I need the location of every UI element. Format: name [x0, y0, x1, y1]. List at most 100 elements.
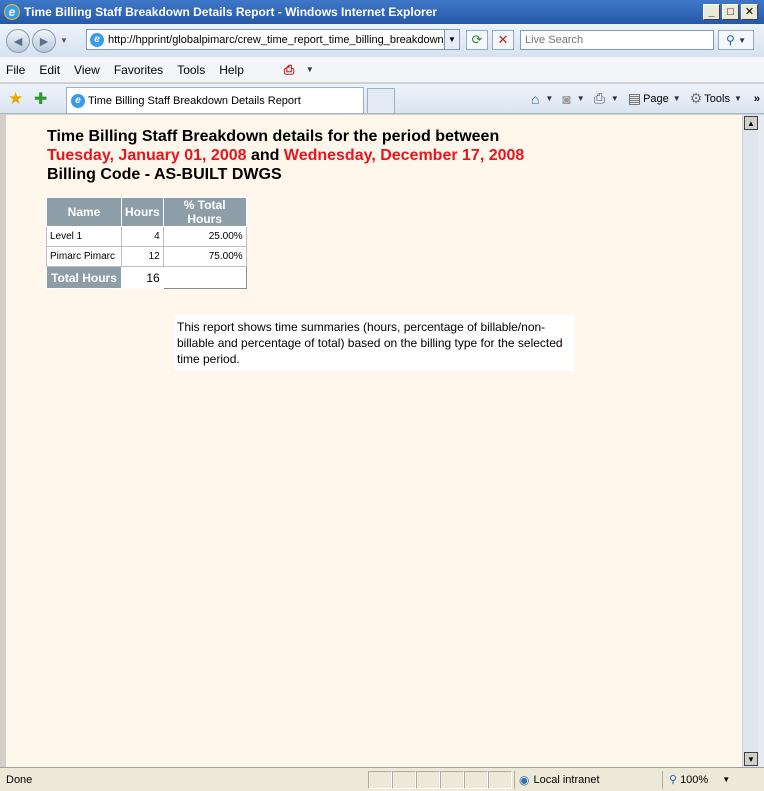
column-header-percent: % Total Hours: [162, 197, 247, 227]
menu-file[interactable]: File: [6, 63, 25, 77]
status-pane: [416, 770, 440, 789]
cell-percent: 75.00%: [162, 246, 247, 267]
status-pane: [464, 770, 488, 789]
command-bar-overflow[interactable]: »: [754, 93, 760, 105]
menu-edit[interactable]: Edit: [39, 63, 60, 77]
recent-pages-dropdown[interactable]: ▼: [60, 36, 68, 45]
cell-name: Level 1: [46, 226, 122, 247]
rss-feed-icon: ◙: [562, 90, 571, 107]
period-connector: and: [246, 147, 284, 164]
table-total-row: Total Hours 16: [46, 266, 247, 289]
page-menu-button[interactable]: ▤ Page ▼: [628, 90, 681, 107]
report-heading: Time Billing Staff Breakdown details for…: [47, 127, 524, 184]
page-content: Time Billing Staff Breakdown details for…: [6, 115, 742, 767]
scroll-up-button[interactable]: ▲: [744, 116, 758, 130]
total-hours-value: 16: [121, 266, 164, 289]
command-bar: ⌂ ▼ ◙ ▼ ⎙ ▼ ▤ Page ▼ ⚙ Tools ▼ »: [522, 90, 760, 107]
status-pane: [488, 770, 512, 789]
tools-menu-label: Tools: [704, 92, 730, 105]
zoom-control[interactable]: ⚲ 100% ▼: [662, 770, 750, 789]
table-header-row: Name Hours % Total Hours: [46, 197, 247, 227]
tools-menu-button[interactable]: ⚙ Tools ▼: [690, 90, 742, 107]
page-dropdown-icon: ▼: [672, 94, 681, 103]
report-description: This report shows time summaries (hours,…: [174, 315, 574, 371]
home-dropdown-icon[interactable]: ▼: [545, 94, 553, 103]
page-menu-label: Page: [643, 92, 669, 105]
address-bar[interactable]: e http://hpprint/globalpimarc/crew_time_…: [86, 29, 460, 50]
status-pane: [440, 770, 464, 789]
window-title: Time Billing Staff Breakdown Details Rep…: [24, 5, 438, 19]
breakdown-table: Name Hours % Total Hours Level 1 4 25.00…: [46, 197, 247, 289]
vertical-scrollbar[interactable]: ▲ ▼: [742, 115, 758, 767]
cell-name: Pimarc Pimarc: [46, 246, 122, 267]
favorites-star-icon[interactable]: ★: [8, 89, 23, 109]
cell-hours: 4: [121, 226, 164, 247]
report-period: Tuesday, January 01, 2008 and Wednesday,…: [47, 146, 524, 165]
print-button[interactable]: ⎙ ▼: [594, 90, 619, 107]
new-tab-button[interactable]: [367, 88, 395, 113]
refresh-button[interactable]: ⟳: [466, 30, 488, 50]
total-blank-cell: [163, 267, 246, 289]
menu-view[interactable]: View: [74, 63, 100, 77]
status-pane: [368, 770, 392, 789]
tab-report[interactable]: e Time Billing Staff Breakdown Details R…: [66, 87, 364, 113]
start-date: Tuesday, January 01, 2008: [47, 147, 247, 164]
minimize-button[interactable]: _: [703, 4, 720, 20]
cell-percent: 25.00%: [162, 226, 247, 247]
close-button[interactable]: ✕: [741, 4, 758, 20]
home-icon: ⌂: [530, 90, 540, 107]
forward-button[interactable]: ►: [32, 28, 56, 53]
maximize-button[interactable]: □: [722, 4, 739, 20]
zoom-dropdown-icon: ▼: [722, 775, 731, 784]
search-button[interactable]: ⚲ ▼: [718, 30, 754, 50]
globe-icon: ◉: [519, 772, 530, 787]
total-hours-label: Total Hours: [46, 266, 122, 289]
zoom-icon: ⚲: [669, 774, 678, 786]
end-date: Wednesday, December 17, 2008: [283, 147, 525, 164]
menu-favorites[interactable]: Favorites: [114, 63, 163, 77]
menu-help[interactable]: Help: [219, 63, 244, 77]
menu-tools[interactable]: Tools: [177, 63, 205, 77]
tab-bar: ★ ✚ e Time Billing Staff Breakdown Detai…: [0, 84, 764, 114]
gear-icon: ⚙: [689, 90, 703, 106]
internet-explorer-icon: e: [4, 4, 20, 20]
pdf-convert-icon[interactable]: ⎙: [284, 62, 300, 78]
back-arrow-icon: ◄: [11, 32, 25, 49]
tools-dropdown-icon: ▼: [733, 94, 742, 103]
cell-hours: 12: [121, 246, 164, 267]
address-url[interactable]: http://hpprint/globalpimarc/crew_time_re…: [108, 34, 444, 46]
table-row: Level 1 4 25.00%: [46, 226, 247, 247]
add-favorites-icon[interactable]: ✚: [34, 89, 47, 109]
security-zone[interactable]: ◉ Local intranet: [514, 770, 662, 789]
window-title-bar[interactable]: e Time Billing Staff Breakdown Details R…: [0, 0, 764, 24]
page-icon: ▤: [627, 90, 642, 106]
tab-page-icon: e: [71, 93, 85, 108]
stop-button[interactable]: ✕: [492, 30, 514, 50]
search-options-dropdown-icon: ▼: [738, 35, 747, 45]
print-icon: ⎙: [593, 90, 605, 106]
window-frame-edge: [758, 115, 764, 767]
status-text: Done: [6, 773, 33, 786]
refresh-icon: ⟳: [471, 32, 483, 47]
status-bar: Done ◉ Local intranet ⚲ 100% ▼: [0, 767, 764, 791]
pdf-dropdown-icon[interactable]: ▼: [306, 65, 314, 74]
navigation-bar: ◄ ► ▼ e http://hpprint/globalpimarc/crew…: [0, 24, 764, 57]
feeds-dropdown-icon[interactable]: ▼: [577, 94, 585, 103]
zoom-level: 100%: [680, 773, 709, 786]
stop-icon: ✕: [497, 32, 509, 47]
home-button[interactable]: ⌂ ▼: [531, 91, 553, 107]
print-dropdown-icon[interactable]: ▼: [611, 94, 619, 103]
back-button[interactable]: ◄: [6, 28, 30, 53]
billing-code: Billing Code - AS-BUILT DWGS: [47, 166, 282, 183]
column-header-name: Name: [46, 197, 122, 227]
scroll-down-button[interactable]: ▼: [744, 752, 758, 766]
window-controls: _ □ ✕: [703, 4, 758, 20]
search-input[interactable]: [520, 30, 714, 50]
tab-label: Time Billing Staff Breakdown Details Rep…: [88, 94, 301, 107]
address-dropdown-button[interactable]: ▼: [444, 30, 459, 49]
search-icon: ⚲: [725, 33, 735, 47]
report-title: Time Billing Staff Breakdown details for…: [47, 128, 500, 145]
status-pane: [392, 770, 416, 789]
feeds-button[interactable]: ◙ ▼: [562, 91, 584, 107]
forward-arrow-icon: ►: [37, 32, 51, 49]
